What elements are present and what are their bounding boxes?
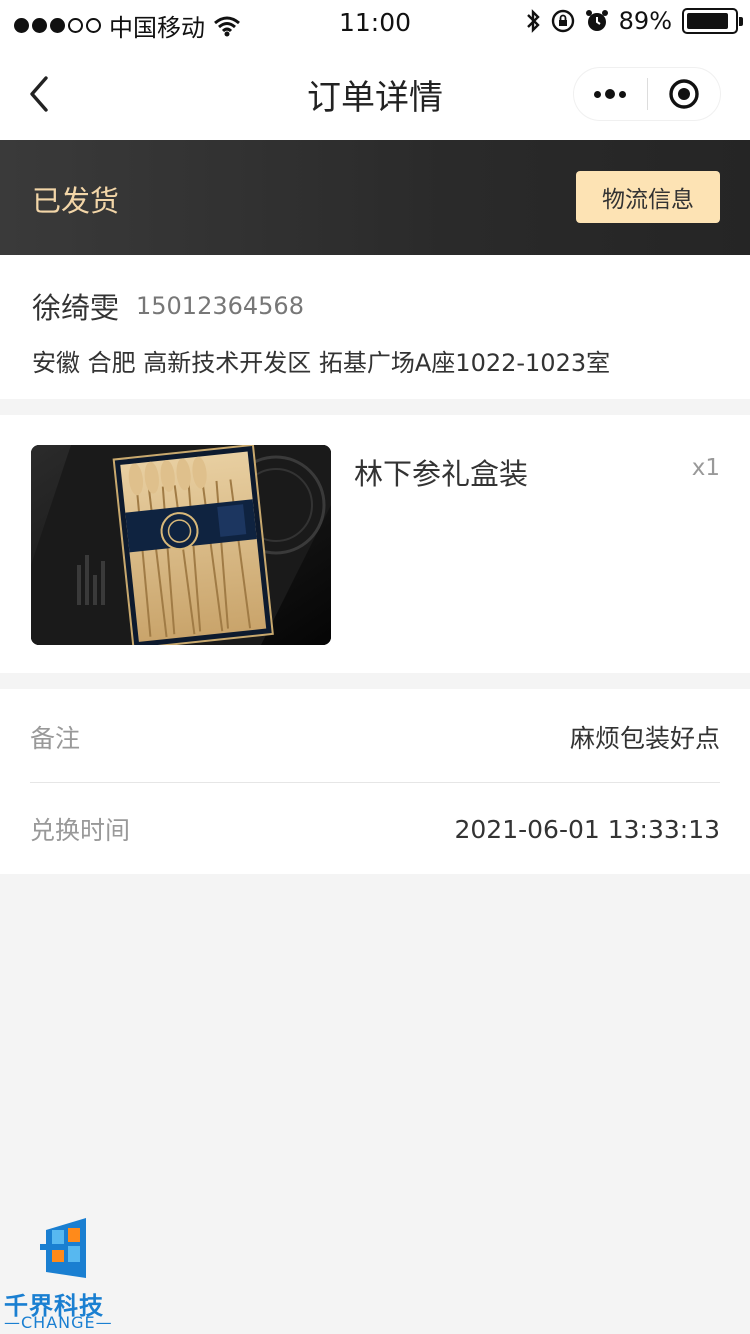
remark-label: 备注: [30, 723, 81, 753]
remark-row: 备注 麻烦包装好点: [30, 691, 720, 783]
recipient-name: 徐绮雯: [32, 291, 120, 325]
rotation-lock-icon: [551, 9, 574, 33]
exchange-time-value: 2021-06-01 13:33:13: [454, 814, 720, 844]
watermark-sub: —CHANGE—: [4, 1313, 113, 1332]
battery-fill: [687, 13, 728, 29]
product-image[interactable]: [31, 445, 331, 645]
product-card: 林下参礼盒装 x1: [0, 415, 750, 673]
remark-value: 麻烦包装好点: [569, 723, 720, 753]
watermark-logo: 千界科技 —CHANGE—: [0, 1212, 130, 1334]
product-name[interactable]: 林下参礼盒装: [354, 451, 528, 493]
status-right: 89%: [525, 7, 743, 35]
brand-logo-icon: [40, 1218, 86, 1278]
battery-icon: [682, 8, 743, 34]
alarm-icon: [585, 10, 608, 31]
shipping-address-card: 徐绮雯 15012364568 安徽 合肥 高新技术开发区 拓基广场A座1022…: [0, 255, 750, 399]
status-bar: 中国移动 11:00 89%: [0, 0, 750, 48]
order-info-card: 备注 麻烦包装好点 兑换时间 2021-06-01 13:33:13: [0, 689, 750, 874]
recipient-address: 安徽 合肥 高新技术开发区 拓基广场A座1022-1023室: [32, 349, 611, 377]
order-status-banner: 已发货 物流信息: [0, 140, 750, 255]
battery-percent: 89%: [618, 7, 672, 35]
navigation-bar: 订单详情: [0, 48, 750, 140]
exchange-time-row: 兑换时间 2021-06-01 13:33:13: [30, 783, 720, 875]
order-status-label: 已发货: [32, 184, 120, 218]
exchange-time-label: 兑换时间: [30, 816, 131, 845]
recipient-phone: 15012364568: [136, 292, 304, 320]
product-quantity: x1: [691, 455, 720, 481]
ginseng-gift-box-image: [31, 445, 331, 645]
mini-program-capsule: [574, 68, 720, 120]
more-button[interactable]: [574, 68, 647, 120]
close-mini-program-button[interactable]: [648, 68, 721, 120]
target-icon: [669, 79, 699, 109]
more-dots-icon: [594, 90, 602, 98]
bluetooth-icon: [526, 9, 540, 33]
logistics-info-button[interactable]: 物流信息: [576, 171, 720, 223]
